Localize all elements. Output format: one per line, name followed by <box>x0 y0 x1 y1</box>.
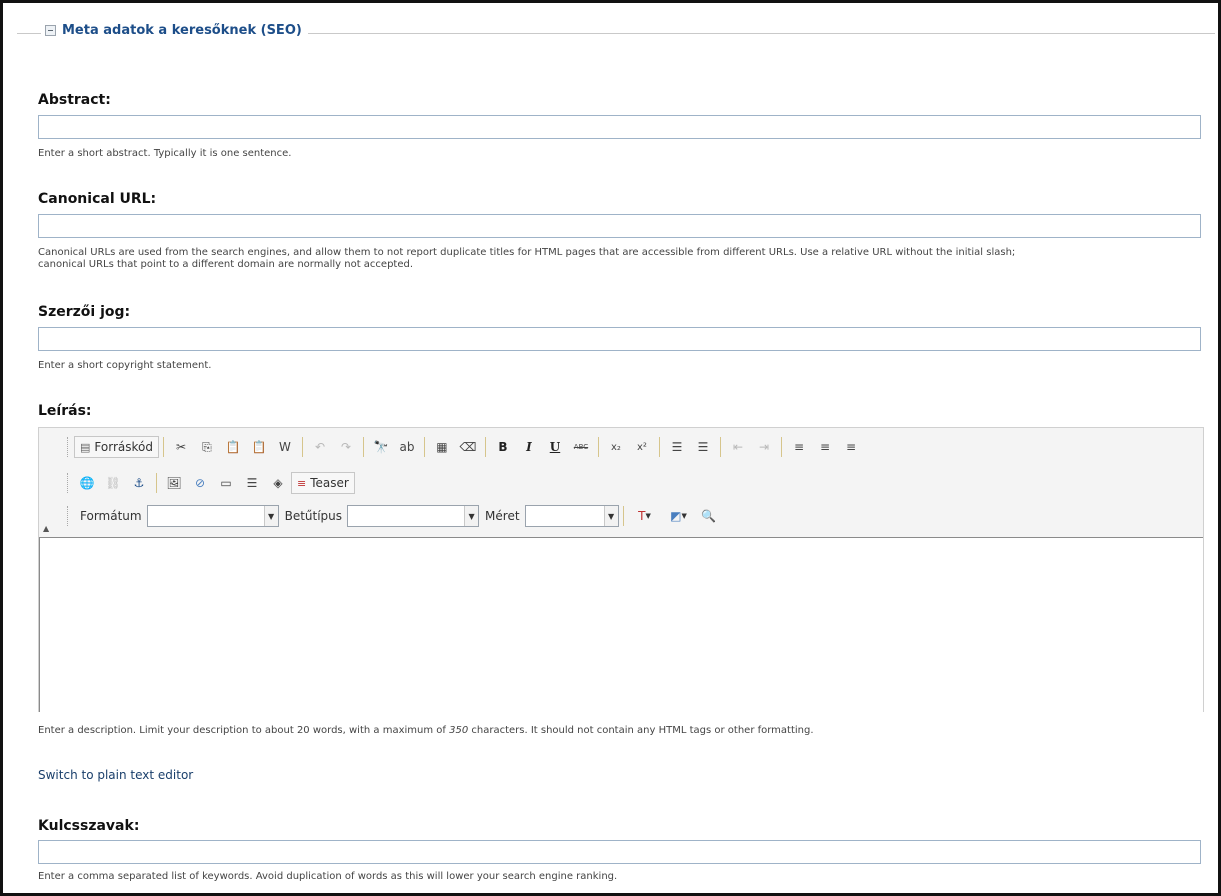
size-select[interactable]: ▼ <box>524 505 619 527</box>
description-help: Enter a description. Limit your descript… <box>38 725 814 736</box>
superscript-icon[interactable]: x² <box>631 436 653 458</box>
toolbar-row-3: Formátum ▼ Betűtípus ▼ Méret ▼ T▼ ◩▼ � <box>67 503 722 529</box>
switch-plain-text-link[interactable]: Switch to plain text editor <box>38 768 193 782</box>
description-label: Leírás: <box>38 403 92 419</box>
remove-format-icon[interactable]: ⌫ <box>457 436 479 458</box>
format-label: Formátum <box>80 509 142 523</box>
bg-color-icon[interactable]: ◩ ▼ <box>664 505 694 527</box>
toolbar-row-1: ▤ Forráskód ✂ ⎘ 📋 📋 W ↶ ↷ 🔭 ab ▦ ⌫ B I U… <box>67 434 864 460</box>
redo-icon[interactable]: ↷ <box>335 436 357 458</box>
underline-icon[interactable]: U <box>544 436 566 458</box>
keywords-label: Kulcsszavak: <box>38 818 140 834</box>
align-center-icon[interactable]: ≡ <box>814 436 836 458</box>
collapse-icon[interactable] <box>45 25 56 36</box>
copyright-help: Enter a short copyright statement. <box>38 360 212 371</box>
chevron-down-icon[interactable]: ▼ <box>603 506 618 526</box>
source-button[interactable]: ▤ Forráskód <box>74 436 159 458</box>
seo-panel: Meta adatok a keresőknek (SEO) Abstract:… <box>0 0 1221 896</box>
text-color-icon[interactable]: T ▼ <box>630 505 660 527</box>
size-label: Méret <box>485 509 520 523</box>
bulleted-list-icon[interactable]: ☰ <box>692 436 714 458</box>
teaser-button[interactable]: ≡ Teaser <box>291 472 355 494</box>
canonical-url-label: Canonical URL: <box>38 191 157 207</box>
keywords-help: Enter a comma separated list of keywords… <box>38 871 618 882</box>
copyright-input[interactable] <box>38 327 1201 351</box>
select-all-icon[interactable]: ▦ <box>431 436 453 458</box>
font-select[interactable]: ▼ <box>347 505 480 527</box>
format-select[interactable]: ▼ <box>146 505 279 527</box>
paste-text-icon[interactable]: 📋 <box>248 436 270 458</box>
subscript-icon[interactable]: x₂ <box>605 436 627 458</box>
italic-icon[interactable]: I <box>518 436 540 458</box>
toolbar-row-2: 🌐 ⛓ ⚓ 🖼 ⊘ ▭ ☰ ◈ ≡ Teaser <box>67 470 355 496</box>
preview-icon[interactable]: 🔍 <box>698 505 720 527</box>
rich-text-editor: ▤ Forráskód ✂ ⎘ 📋 📋 W ↶ ↷ 🔭 ab ▦ ⌫ B I U… <box>38 427 1204 712</box>
table-icon[interactable]: ▭ <box>215 472 237 494</box>
strikethrough-icon[interactable]: ABC <box>570 436 592 458</box>
unlink-icon[interactable]: ⛓ <box>102 472 124 494</box>
paste-word-icon[interactable]: W <box>274 436 296 458</box>
align-left-icon[interactable]: ≡ <box>788 436 810 458</box>
paste-icon[interactable]: 📋 <box>222 436 244 458</box>
bold-icon[interactable]: B <box>492 436 514 458</box>
outdent-icon[interactable]: ⇤ <box>727 436 749 458</box>
canonical-url-help-line1: Canonical URLs are used from the search … <box>38 247 1016 258</box>
replace-icon[interactable]: ab <box>396 436 418 458</box>
indent-icon[interactable]: ⇥ <box>753 436 775 458</box>
collapse-toolbar-icon[interactable]: ▲ <box>43 524 49 533</box>
flash-icon[interactable]: ⊘ <box>189 472 211 494</box>
link-icon[interactable]: 🌐 <box>76 472 98 494</box>
image-icon[interactable]: 🖼 <box>163 472 185 494</box>
undo-icon[interactable]: ↶ <box>309 436 331 458</box>
numbered-list-icon[interactable]: ☰ <box>666 436 688 458</box>
chevron-down-icon[interactable]: ▼ <box>263 506 278 526</box>
special-char-icon[interactable]: ◈ <box>267 472 289 494</box>
find-icon[interactable]: 🔭 <box>370 436 392 458</box>
abstract-input[interactable] <box>38 115 1201 139</box>
keywords-input[interactable] <box>38 840 1201 864</box>
font-label: Betűtípus <box>284 509 343 523</box>
abstract-help: Enter a short abstract. Typically it is … <box>38 148 292 159</box>
canonical-url-help-line2: canonical URLs that point to a different… <box>38 259 414 270</box>
fieldset-legend[interactable]: Meta adatok a keresőknek (SEO) <box>41 23 308 38</box>
source-icon: ▤ <box>80 440 91 454</box>
chevron-down-icon[interactable]: ▼ <box>464 506 479 526</box>
fieldset-title[interactable]: Meta adatok a keresőknek (SEO) <box>62 23 302 38</box>
cut-icon[interactable]: ✂ <box>170 436 192 458</box>
teaser-icon: ≡ <box>297 476 307 490</box>
editor-content-area[interactable] <box>39 537 1203 712</box>
align-right-icon[interactable]: ≡ <box>840 436 862 458</box>
copyright-label: Szerzői jog: <box>38 304 131 320</box>
canonical-url-input[interactable] <box>38 214 1201 238</box>
horizontal-rule-icon[interactable]: ☰ <box>241 472 263 494</box>
copy-icon[interactable]: ⎘ <box>196 436 218 458</box>
anchor-icon[interactable]: ⚓ <box>128 472 150 494</box>
abstract-label: Abstract: <box>38 92 111 108</box>
